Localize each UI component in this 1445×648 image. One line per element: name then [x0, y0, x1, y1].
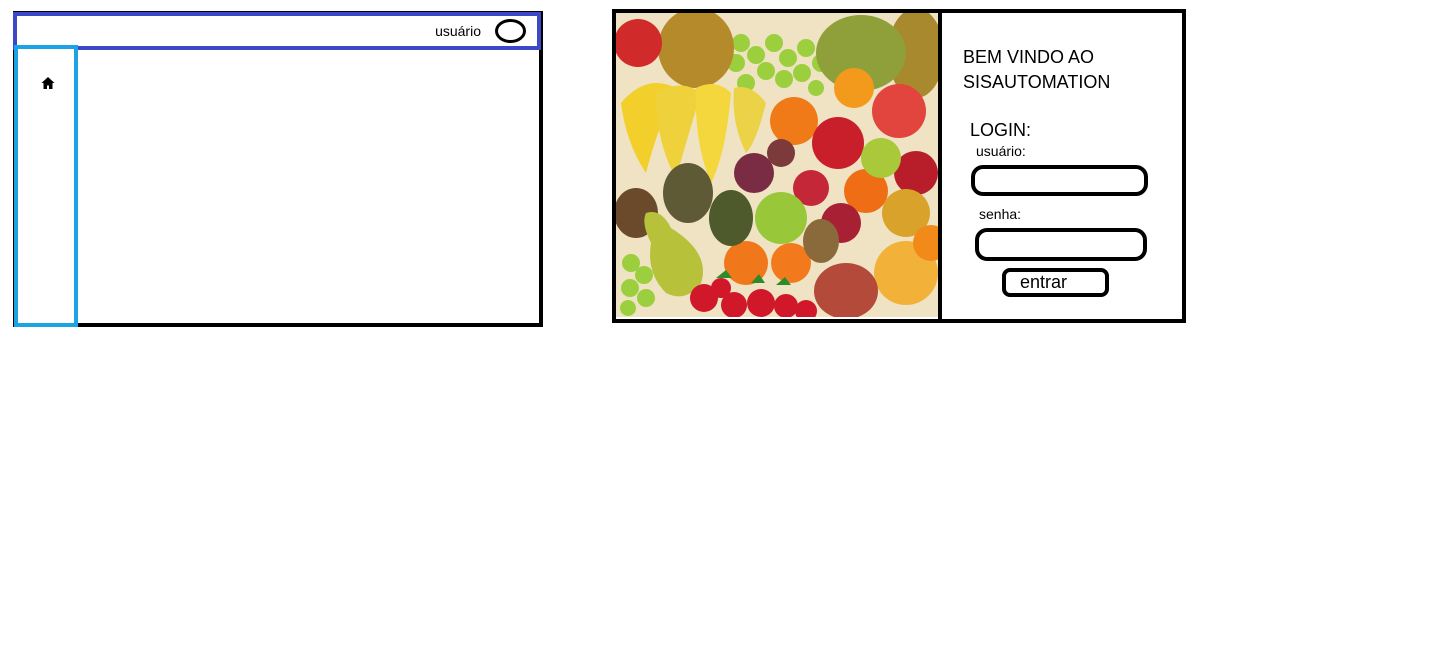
- username-field[interactable]: [971, 165, 1148, 196]
- home-icon[interactable]: [40, 75, 56, 91]
- login-title: LOGIN:: [970, 120, 1032, 140]
- sidebar: [14, 45, 78, 327]
- password-label: senha:: [979, 206, 1022, 222]
- user-label[interactable]: usuário: [435, 23, 481, 39]
- enter-button[interactable]: entrar: [1002, 268, 1109, 297]
- username-label: usuário:: [976, 143, 1026, 159]
- avatar-circle-icon[interactable]: [495, 19, 526, 43]
- dashboard-wireframe: [13, 11, 543, 327]
- fruit-assortment-photo: [616, 13, 939, 317]
- panel-divider: [938, 9, 942, 319]
- password-field[interactable]: [975, 228, 1147, 261]
- top-bar: usuário: [13, 12, 541, 50]
- welcome-heading: BEM VINDO AO SISAUTOMATION: [963, 47, 1111, 92]
